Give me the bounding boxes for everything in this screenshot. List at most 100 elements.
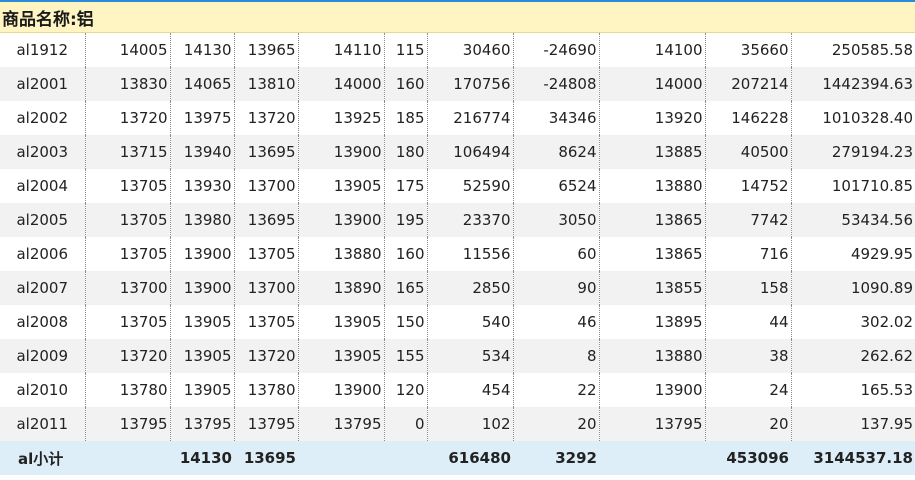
value-cell[interactable]: 13890: [298, 271, 385, 305]
value-cell[interactable]: 13695: [234, 135, 299, 169]
value-cell[interactable]: 716: [705, 237, 792, 271]
value-cell[interactable]: 14005: [85, 33, 171, 67]
value-cell[interactable]: 13720: [85, 101, 171, 135]
value-cell[interactable]: 207214: [705, 67, 792, 101]
value-cell[interactable]: 13715: [85, 135, 171, 169]
value-cell[interactable]: 120: [384, 373, 428, 407]
value-cell[interactable]: 137.95: [791, 407, 915, 441]
value-cell[interactable]: 40500: [705, 135, 792, 169]
value-cell[interactable]: 13720: [234, 339, 299, 373]
value-cell[interactable]: 60: [513, 237, 600, 271]
value-cell[interactable]: 13865: [599, 203, 706, 237]
value-cell[interactable]: 30460: [427, 33, 514, 67]
total-value-cell[interactable]: [599, 441, 705, 475]
value-cell[interactable]: 22: [513, 373, 600, 407]
value-cell[interactable]: 216774: [427, 101, 514, 135]
value-cell[interactable]: 540: [427, 305, 514, 339]
value-cell[interactable]: 454: [427, 373, 514, 407]
value-cell[interactable]: 90: [513, 271, 600, 305]
total-label-cell[interactable]: al小计: [0, 441, 85, 475]
value-cell[interactable]: 170756: [427, 67, 514, 101]
value-cell[interactable]: 158: [705, 271, 792, 305]
value-cell[interactable]: 13705: [85, 305, 171, 339]
value-cell[interactable]: 185: [384, 101, 428, 135]
value-cell[interactable]: 13795: [599, 407, 706, 441]
value-cell[interactable]: 13930: [170, 169, 235, 203]
value-cell[interactable]: 13720: [234, 101, 299, 135]
value-cell[interactable]: 175: [384, 169, 428, 203]
value-cell[interactable]: 13885: [599, 135, 706, 169]
value-cell[interactable]: 4929.95: [791, 237, 915, 271]
contract-code-cell[interactable]: al2011: [0, 407, 86, 441]
value-cell[interactable]: 13700: [85, 271, 171, 305]
value-cell[interactable]: 2850: [427, 271, 514, 305]
value-cell[interactable]: -24690: [513, 33, 600, 67]
contract-code-cell[interactable]: al2001: [0, 67, 86, 101]
value-cell[interactable]: 38: [705, 339, 792, 373]
value-cell[interactable]: 106494: [427, 135, 514, 169]
value-cell[interactable]: 1090.89: [791, 271, 915, 305]
contract-code-cell[interactable]: al2007: [0, 271, 86, 305]
value-cell[interactable]: 13905: [298, 305, 385, 339]
value-cell[interactable]: 14000: [298, 67, 385, 101]
value-cell[interactable]: 279194.23: [791, 135, 915, 169]
value-cell[interactable]: 13810: [234, 67, 299, 101]
value-cell[interactable]: 160: [384, 67, 428, 101]
value-cell[interactable]: 53434.56: [791, 203, 915, 237]
value-cell[interactable]: 13700: [234, 169, 299, 203]
contract-code-cell[interactable]: al1912: [0, 33, 86, 67]
value-cell[interactable]: 13900: [170, 237, 235, 271]
value-cell[interactable]: 8: [513, 339, 600, 373]
value-cell[interactable]: 13880: [599, 339, 706, 373]
value-cell[interactable]: 13900: [298, 203, 385, 237]
total-value-cell[interactable]: 13695: [234, 441, 298, 475]
value-cell[interactable]: 20: [705, 407, 792, 441]
value-cell[interactable]: 24: [705, 373, 792, 407]
value-cell[interactable]: 13865: [599, 237, 706, 271]
total-value-cell[interactable]: [85, 441, 170, 475]
value-cell[interactable]: 6524: [513, 169, 600, 203]
value-cell[interactable]: 146228: [705, 101, 792, 135]
value-cell[interactable]: 46: [513, 305, 600, 339]
value-cell[interactable]: 13795: [85, 407, 171, 441]
value-cell[interactable]: 160: [384, 237, 428, 271]
value-cell[interactable]: 20: [513, 407, 600, 441]
value-cell[interactable]: 13880: [298, 237, 385, 271]
value-cell[interactable]: 13705: [234, 305, 299, 339]
value-cell[interactable]: 7742: [705, 203, 792, 237]
value-cell[interactable]: 13780: [234, 373, 299, 407]
contract-code-cell[interactable]: al2008: [0, 305, 86, 339]
value-cell[interactable]: 13895: [599, 305, 706, 339]
value-cell[interactable]: 23370: [427, 203, 514, 237]
value-cell[interactable]: 13795: [234, 407, 299, 441]
contract-code-cell[interactable]: al2009: [0, 339, 86, 373]
value-cell[interactable]: 13795: [298, 407, 385, 441]
value-cell[interactable]: 13855: [599, 271, 706, 305]
value-cell[interactable]: 13705: [85, 169, 171, 203]
value-cell[interactable]: 13695: [234, 203, 299, 237]
total-value-cell[interactable]: 3292: [513, 441, 599, 475]
value-cell[interactable]: 13940: [170, 135, 235, 169]
total-value-cell[interactable]: 14130: [170, 441, 234, 475]
value-cell[interactable]: 13925: [298, 101, 385, 135]
value-cell[interactable]: 1010328.40: [791, 101, 915, 135]
contract-code-cell[interactable]: al2006: [0, 237, 86, 271]
value-cell[interactable]: 34346: [513, 101, 600, 135]
value-cell[interactable]: 13900: [298, 373, 385, 407]
value-cell[interactable]: 13705: [85, 203, 171, 237]
value-cell[interactable]: 13780: [85, 373, 171, 407]
value-cell[interactable]: 115: [384, 33, 428, 67]
total-value-cell[interactable]: [298, 441, 384, 475]
value-cell[interactable]: 13720: [85, 339, 171, 373]
total-value-cell[interactable]: 3144537.18: [791, 441, 915, 475]
value-cell[interactable]: 14100: [599, 33, 706, 67]
value-cell[interactable]: 13975: [170, 101, 235, 135]
value-cell[interactable]: 14065: [170, 67, 235, 101]
value-cell[interactable]: 13905: [298, 339, 385, 373]
value-cell[interactable]: 165.53: [791, 373, 915, 407]
value-cell[interactable]: 13905: [170, 373, 235, 407]
value-cell[interactable]: 534: [427, 339, 514, 373]
value-cell[interactable]: 3050: [513, 203, 600, 237]
value-cell[interactable]: 302.02: [791, 305, 915, 339]
value-cell[interactable]: 13830: [85, 67, 171, 101]
